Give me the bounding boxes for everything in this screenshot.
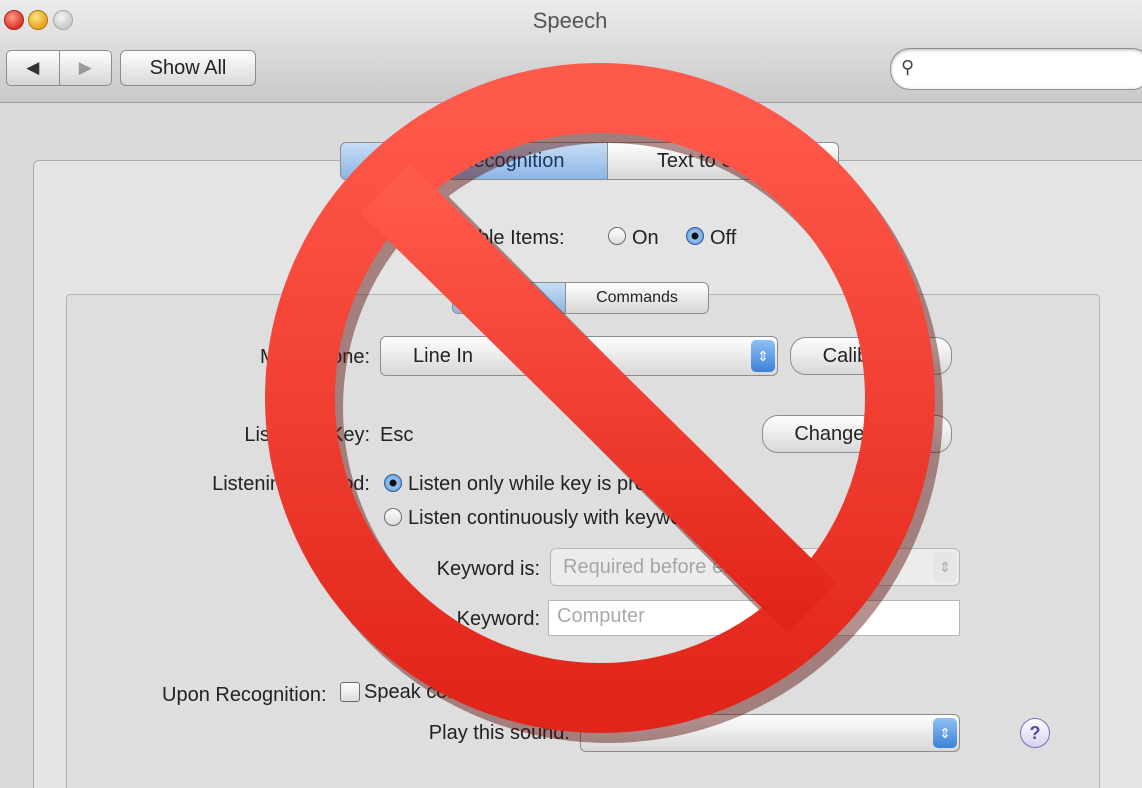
method-continuous-radio[interactable] — [384, 508, 402, 526]
speakable-items-label: Speakable Items: — [410, 227, 565, 249]
search-icon: ⚲ — [901, 57, 915, 77]
subtab-commands[interactable]: Commands — [565, 282, 709, 314]
play-sound-value — [581, 722, 593, 744]
forward-button[interactable]: ▶ — [60, 51, 112, 85]
subtab-settings[interactable]: Settings — [452, 282, 568, 314]
listening-key-value: Esc — [380, 424, 414, 446]
method-key-label: Listen only while key is pressed — [408, 473, 689, 495]
keyword-field[interactable]: Computer — [548, 600, 960, 636]
back-forward-control[interactable]: ◀ ▶ — [6, 50, 112, 86]
close-button[interactable] — [4, 10, 24, 30]
search-input[interactable]: ⚲ — [890, 48, 1142, 90]
microphone-label: Microphone: — [259, 346, 370, 368]
speakable-on-label: On — [632, 227, 659, 249]
play-sound-label: Play this sound: — [428, 722, 570, 744]
calibrate-button[interactable]: Calibrate... — [790, 337, 952, 375]
speakable-off-radio[interactable] — [686, 227, 704, 245]
listening-key-label: Listening Key: — [244, 424, 370, 446]
upon-recognition-label: Upon Recognition: — [162, 684, 327, 706]
change-key-button[interactable]: Change Key... — [762, 415, 952, 453]
method-key-radio[interactable] — [384, 474, 402, 492]
listening-method-label: Listening Method: — [212, 473, 370, 495]
keyword-is-value: Required before each command — [563, 556, 849, 578]
preferences-window: Speech ◀ ▶ Show All ⚲ Speech Recognition… — [0, 0, 1142, 788]
window-title: Speech — [532, 8, 608, 33]
back-button[interactable]: ◀ — [7, 51, 60, 85]
keyword-is-label: Keyword is: — [436, 558, 540, 580]
speak-ack-checkbox[interactable] — [340, 682, 360, 702]
tab-text-to-speech[interactable]: Text to Speech — [607, 142, 839, 180]
title-bar: Speech ◀ ▶ Show All ⚲ — [0, 0, 1142, 103]
tab-speech-recognition[interactable]: Speech Recognition — [340, 142, 610, 180]
method-continuous-label: Listen continuously with keyword — [408, 507, 700, 529]
speakable-off-label: Off — [710, 227, 737, 249]
keyword-is-select[interactable]: Required before each command ⇕ — [550, 548, 960, 586]
zoom-button[interactable] — [53, 10, 73, 30]
play-sound-select[interactable]: ⇕ — [580, 714, 960, 752]
speakable-on-radio[interactable] — [608, 227, 626, 245]
microphone-value: Line In — [413, 345, 474, 367]
microphone-select[interactable]: Line In ⇕ — [380, 336, 778, 376]
show-all-button[interactable]: Show All — [120, 50, 256, 86]
chevron-updown-icon: ⇕ — [933, 552, 957, 582]
help-icon[interactable]: ? — [1020, 718, 1050, 748]
speak-ack-label: Speak command acknowledgement — [364, 681, 681, 703]
chevron-updown-icon: ⇕ — [933, 718, 957, 748]
chevron-updown-icon: ⇕ — [751, 340, 775, 372]
keyword-label: Keyword: — [456, 608, 540, 630]
minimize-button[interactable] — [28, 10, 48, 30]
